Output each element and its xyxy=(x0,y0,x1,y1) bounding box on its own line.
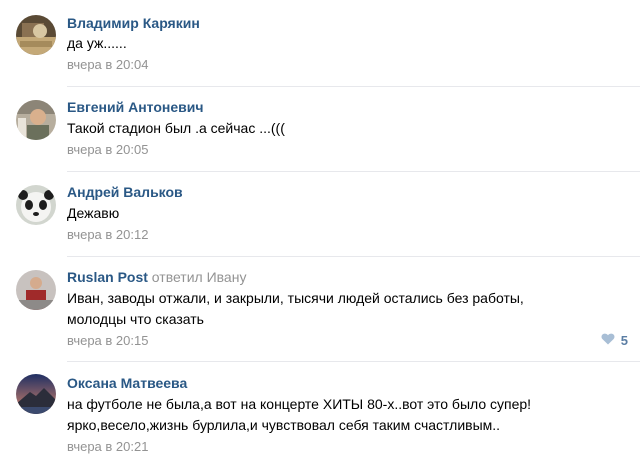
comment-text-line: Иван, заводы отжали, и закрыли, тысячи л… xyxy=(67,290,524,306)
author-name[interactable]: Владимир Карякин xyxy=(67,15,200,31)
comment-date[interactable]: вчера в 20:04 xyxy=(67,57,148,73)
avatar[interactable] xyxy=(16,270,56,310)
comment-text-line: молодцы что сказать xyxy=(67,311,204,327)
like-count: 5 xyxy=(620,333,628,348)
comment-header: Ruslan Post ответил Ивану xyxy=(67,269,246,286)
avatar[interactable] xyxy=(16,100,56,140)
avatar[interactable] xyxy=(16,15,56,55)
comment-text: да уж...... xyxy=(67,33,627,54)
heart-icon xyxy=(601,333,615,349)
comment-date[interactable]: вчера в 20:21 xyxy=(67,439,148,455)
divider xyxy=(67,171,640,172)
comment-text: на футболе не была,а вот на концерте ХИТ… xyxy=(67,394,627,436)
comment-header: Андрей Вальков xyxy=(67,184,183,201)
avatar[interactable] xyxy=(16,374,56,414)
comment-date[interactable]: вчера в 20:05 xyxy=(67,142,148,158)
author-name[interactable]: Андрей Вальков xyxy=(67,184,183,200)
comment-text: Дежавю xyxy=(67,203,627,224)
comment-text-line: Дежавю xyxy=(67,205,120,221)
comment-header: Владимир Карякин xyxy=(67,15,200,32)
comment-date[interactable]: вчера в 20:12 xyxy=(67,227,148,243)
avatar[interactable] xyxy=(16,185,56,225)
comment-header: Оксана Матвеева xyxy=(67,375,187,392)
comment-text-line: Такой стадион был .а сейчас ...((( xyxy=(67,120,285,136)
divider xyxy=(67,361,640,362)
reply-to: ответил Ивану xyxy=(152,269,247,285)
comment-header: Евгений Антоневич xyxy=(67,99,204,116)
divider xyxy=(67,256,640,257)
comment-text-line: да уж...... xyxy=(67,35,127,51)
reply-target-link[interactable]: Ивану xyxy=(207,269,247,285)
author-name[interactable]: Ruslan Post xyxy=(67,269,148,285)
comment-text-line: ярко,весело,жизнь бурлила,и чувствовал с… xyxy=(67,417,501,433)
divider xyxy=(67,86,640,87)
comments-list: Владимир Карякин да уж...... вчера в 20:… xyxy=(0,0,640,463)
author-name[interactable]: Оксана Матвеева xyxy=(67,375,187,391)
reply-prefix: ответил xyxy=(151,269,203,285)
comment-date[interactable]: вчера в 20:15 xyxy=(67,333,148,349)
author-name[interactable]: Евгений Антоневич xyxy=(67,99,204,115)
like-button[interactable]: 5 xyxy=(601,333,628,349)
comment-text: Иван, заводы отжали, и закрыли, тысячи л… xyxy=(67,288,627,330)
comment-text: Такой стадион был .а сейчас ...((( xyxy=(67,118,627,139)
comment-text-line: на футболе не была,а вот на концерте ХИТ… xyxy=(67,396,532,412)
